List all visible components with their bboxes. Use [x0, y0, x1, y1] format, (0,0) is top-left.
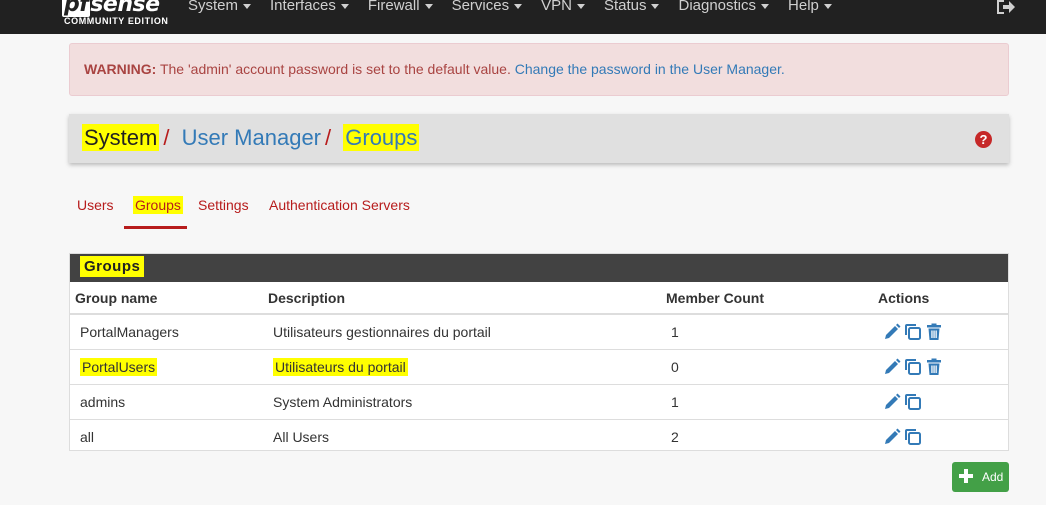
pfsense-logo[interactable]: pfsense COMMUNITY EDITION — [62, 0, 172, 32]
cell-description: System Administrators — [263, 383, 661, 419]
table-row[interactable]: admins System Administrators 1 — [70, 383, 1008, 419]
cell-description: Utilisateurs du portail — [263, 348, 661, 384]
cell-actions — [873, 418, 1008, 454]
tab-settings[interactable]: Settings — [198, 197, 249, 213]
menu-services[interactable]: Services — [452, 0, 531, 14]
trash-icon[interactable] — [925, 358, 943, 376]
breadcrumb-user-manager[interactable]: User Manager — [182, 125, 321, 150]
cell-group-name: PortalManagers — [70, 313, 263, 349]
copy-icon[interactable] — [904, 393, 922, 411]
tab-users[interactable]: Users — [77, 197, 114, 213]
top-navbar: pfsense COMMUNITY EDITION System Interfa… — [0, 0, 1046, 34]
active-tab-indicator — [124, 226, 187, 229]
add-group-button[interactable]: Add — [952, 462, 1009, 492]
pencil-icon[interactable] — [883, 428, 901, 446]
breadcrumb-separator: / — [325, 125, 332, 150]
warning-label: WARNING: — [84, 61, 157, 77]
copy-icon[interactable] — [904, 323, 922, 341]
breadcrumb-separator: / — [163, 125, 170, 150]
caret-down-icon — [576, 3, 585, 9]
caret-down-icon — [340, 3, 349, 9]
cell-group-name: all — [70, 418, 263, 454]
menu-help[interactable]: Help — [788, 0, 840, 14]
menu-system[interactable]: System — [188, 0, 259, 14]
warning-text: The 'admin' account password is set to t… — [156, 61, 515, 77]
pencil-icon[interactable] — [883, 393, 901, 411]
caret-down-icon — [651, 3, 660, 9]
table-row[interactable]: PortalUsers Utilisateurs du portail 0 — [70, 348, 1008, 384]
groups-table: Group name Description Member Count Acti… — [70, 282, 1008, 454]
menu-status[interactable]: Status — [604, 0, 668, 14]
caret-down-icon — [514, 3, 523, 9]
breadcrumb: System / User Manager / Groups ? — [69, 114, 1009, 163]
table-row[interactable]: PortalManagers Utilisateurs gestionnaires… — [70, 313, 1008, 349]
pencil-icon[interactable] — [883, 323, 901, 341]
cell-actions — [873, 348, 1008, 384]
panel-title: Groups — [80, 256, 145, 277]
main-menu: System Interfaces Firewall Services VPN … — [188, 0, 851, 14]
col-description[interactable]: Description — [263, 282, 661, 315]
sign-out-icon[interactable] — [995, 0, 1017, 16]
change-password-link[interactable]: Change the password in the User Manager. — [515, 61, 785, 77]
cell-group-name: PortalUsers — [70, 348, 263, 384]
cell-member-count: 1 — [661, 383, 873, 419]
col-group-name[interactable]: Group name — [70, 282, 263, 315]
cell-member-count: 2 — [661, 418, 873, 454]
default-password-warning: WARNING: The 'admin' account password is… — [69, 43, 1009, 96]
question-circle-icon[interactable]: ? — [975, 131, 992, 148]
breadcrumb-groups[interactable]: Groups — [343, 124, 420, 151]
tab-authentication-servers[interactable]: Authentication Servers — [269, 197, 410, 213]
cell-actions — [873, 383, 1008, 419]
copy-icon[interactable] — [904, 428, 922, 446]
menu-firewall[interactable]: Firewall — [368, 0, 441, 14]
add-button-label: Add — [982, 470, 1004, 484]
plus-icon — [958, 468, 974, 484]
table-row[interactable]: all All Users 2 — [70, 418, 1008, 454]
menu-vpn[interactable]: VPN — [541, 0, 593, 14]
col-actions: Actions — [873, 282, 1008, 315]
cell-member-count: 0 — [661, 348, 873, 384]
cell-description: All Users — [263, 418, 661, 454]
breadcrumb-system: System — [82, 124, 160, 151]
menu-diagnostics[interactable]: Diagnostics — [678, 0, 777, 14]
cell-member-count: 1 — [661, 313, 873, 349]
trash-icon[interactable] — [925, 323, 943, 341]
cell-description: Utilisateurs gestionnaires du portail — [263, 313, 661, 349]
tab-groups[interactable]: Groups — [133, 196, 183, 214]
cell-group-name: admins — [70, 383, 263, 419]
caret-down-icon — [761, 3, 770, 9]
pencil-icon[interactable] — [883, 358, 901, 376]
tab-bar: Users Groups Settings Authentication Ser… — [69, 196, 1009, 233]
menu-interfaces[interactable]: Interfaces — [270, 0, 357, 14]
cell-actions — [873, 313, 1008, 349]
table-header-row: Group name Description Member Count Acti… — [70, 282, 1008, 315]
logo-subtitle: COMMUNITY EDITION — [64, 16, 169, 26]
caret-down-icon — [823, 3, 832, 9]
groups-panel: Groups Group name Description Member Cou… — [69, 253, 1009, 454]
col-member-count[interactable]: Member Count — [661, 282, 873, 315]
caret-down-icon — [243, 3, 252, 9]
copy-icon[interactable] — [904, 358, 922, 376]
panel-heading: Groups — [70, 254, 1008, 282]
caret-down-icon — [424, 3, 433, 9]
